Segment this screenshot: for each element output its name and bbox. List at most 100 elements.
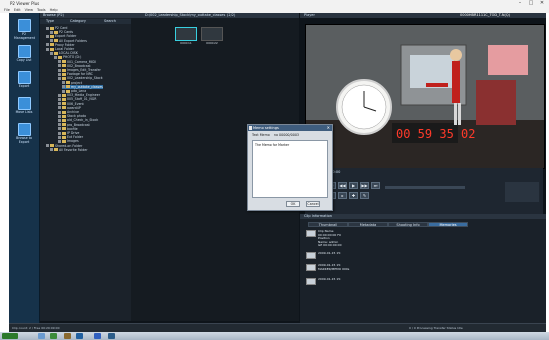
memo-entry[interactable]: 2009-01-15 15: — [306, 277, 341, 285]
expand-toggle-icon[interactable] — [46, 26, 49, 30]
rewind-button[interactable]: ◀◀ — [338, 182, 347, 189]
tree-columns: Type Category Search — [40, 19, 131, 24]
menu-item[interactable]: View — [25, 8, 33, 12]
close-button[interactable]: ✕ — [537, 0, 547, 7]
tree-col-search[interactable]: Search — [104, 19, 116, 24]
clip-info-panel: Clip Information Thumbnail Metadata Shoo… — [300, 214, 546, 324]
dialog-titlebar: Memo settings ✕ — [248, 125, 332, 131]
go-end-button[interactable]: ⏭ — [371, 182, 380, 189]
thumbnail-item[interactable]: 000C22 — [201, 27, 223, 45]
tree-header-title: Browse (P2) — [43, 13, 64, 17]
folder-icon — [62, 131, 66, 135]
expand-toggle-icon[interactable] — [58, 139, 61, 143]
menu-item[interactable]: Help — [50, 8, 58, 12]
expand-toggle-icon[interactable] — [58, 127, 61, 131]
expand-toggle-icon[interactable] — [50, 148, 53, 152]
taskbar-app-icon[interactable] — [94, 333, 101, 339]
memo-entry[interactable]: 2009-01-15 15: — [306, 251, 342, 259]
expand-toggle-icon[interactable] — [46, 47, 49, 51]
marker-button[interactable]: ✚ — [349, 192, 358, 199]
memo-dialog: Memo settings ✕ Text Memo no 00000/0003 … — [247, 124, 333, 211]
memo-button[interactable]: ✎ — [360, 192, 369, 199]
expand-toggle-icon[interactable] — [50, 51, 53, 55]
cancel-button[interactable]: Cancel — [306, 201, 320, 207]
sidebar-button[interactable]: Copy List — [14, 45, 34, 63]
expand-toggle-icon[interactable] — [58, 68, 61, 72]
start-button[interactable] — [2, 333, 18, 339]
expand-toggle-icon[interactable] — [62, 85, 65, 89]
tree-item[interactable]: All Favorite Folder — [50, 148, 88, 152]
tree-col-type[interactable]: Type — [46, 19, 54, 24]
sidebar-button[interactable]: Export — [14, 71, 34, 89]
thumbnail-item[interactable]: 000C11 — [175, 27, 197, 45]
expand-toggle-icon[interactable] — [58, 60, 61, 64]
folder-icon — [50, 26, 54, 30]
viewer-clip-id: 0000HBR1111C_TOD_T-N(Q) — [460, 13, 510, 17]
memo-entry[interactable]: 2009-01-15 15: MARKER/MEMO 000s — [306, 263, 350, 271]
expand-toggle-icon[interactable] — [46, 144, 49, 148]
clip-info-header: Clip Information — [300, 214, 546, 219]
expand-toggle-icon[interactable] — [58, 102, 61, 106]
expand-toggle-icon[interactable] — [58, 97, 61, 101]
fast-forward-button[interactable]: ▶▶ — [360, 182, 369, 189]
taskbar-app-icon[interactable] — [38, 333, 45, 339]
folder-icon — [50, 47, 54, 51]
folder-icon — [62, 139, 66, 143]
taskbar-app-icon[interactable] — [64, 333, 71, 339]
sidebar-button-icon — [17, 19, 31, 32]
memo-entry-text: MARKER/MEMO 000s — [318, 266, 350, 271]
minimize-button[interactable]: – — [515, 0, 525, 7]
folder-icon — [54, 51, 58, 55]
tab-thumbnail[interactable]: Thumbnail — [308, 222, 348, 227]
status-bar: Clip count: 2 / Free 00:29:09:00 0 / 0 P… — [9, 323, 546, 332]
sidebar-button[interactable]: P2 Management — [14, 19, 35, 40]
tree-item-label: All Favorite Folder — [59, 147, 88, 152]
folder-icon — [50, 144, 54, 148]
folder-icon — [54, 148, 58, 152]
taskbar-app-icon[interactable] — [108, 333, 115, 339]
expand-toggle-icon[interactable] — [54, 55, 57, 59]
expand-toggle-icon[interactable] — [58, 72, 61, 76]
expand-toggle-icon[interactable] — [58, 123, 61, 127]
expand-toggle-icon[interactable] — [58, 110, 61, 114]
menu-item[interactable]: Edit — [14, 8, 21, 12]
folder-icon — [62, 102, 66, 106]
expand-toggle-icon[interactable] — [58, 76, 61, 80]
expand-toggle-icon[interactable] — [46, 34, 49, 38]
dialog-close-icon[interactable]: ✕ — [327, 125, 330, 131]
expand-toggle-icon[interactable] — [58, 64, 61, 68]
expand-toggle-icon[interactable] — [58, 118, 61, 122]
expand-toggle-icon[interactable] — [58, 114, 61, 118]
video-frame[interactable]: 00 59 35 02 — [305, 24, 545, 169]
maximize-button[interactable]: □ — [526, 0, 536, 7]
viewer-header: Player 0000HBR1111C_TOD_T-N(Q) — [300, 13, 546, 18]
tab-metadata[interactable]: Metadata — [348, 222, 388, 227]
next-frame-button[interactable]: ▸ — [338, 192, 347, 199]
expand-toggle-icon[interactable] — [62, 81, 65, 85]
memo-field-hint: no 00000/0003 — [273, 133, 300, 137]
tab-shooting-info[interactable]: Shooting Info — [388, 222, 428, 227]
seek-bar[interactable] — [385, 186, 465, 189]
taskbar-app-icon[interactable] — [76, 333, 83, 339]
expand-toggle-icon[interactable] — [46, 43, 49, 47]
expand-toggle-icon[interactable] — [50, 30, 53, 34]
sidebar-button[interactable]: Browse to Export — [14, 123, 34, 144]
menu-item[interactable]: File — [4, 8, 10, 12]
memo-entry[interactable]: Clip Name 00:00:00:00 F0 Position Name: adm… — [306, 229, 341, 248]
expand-toggle-icon[interactable] — [50, 39, 53, 43]
menu-item[interactable]: Tools — [37, 8, 46, 12]
expand-toggle-icon[interactable] — [58, 135, 61, 139]
tab-memories[interactable]: Memories — [428, 222, 468, 227]
taskbar-app-icon[interactable] — [50, 333, 57, 339]
sidebar-button[interactable]: Move Lists — [14, 97, 34, 115]
tree-col-category[interactable]: Category — [70, 19, 86, 24]
expand-toggle-icon[interactable] — [58, 106, 61, 110]
expand-toggle-icon[interactable] — [62, 89, 65, 93]
ok-button[interactable]: OK — [286, 201, 300, 207]
play-button[interactable]: ▶ — [349, 182, 358, 189]
expand-toggle-icon[interactable] — [58, 131, 61, 135]
folder-icon — [62, 114, 66, 118]
memo-text-area[interactable]: The Memo for Marker — [252, 140, 328, 198]
memo-entry-text: 2009-01-15 15: — [318, 251, 342, 255]
expand-toggle-icon[interactable] — [58, 93, 61, 97]
